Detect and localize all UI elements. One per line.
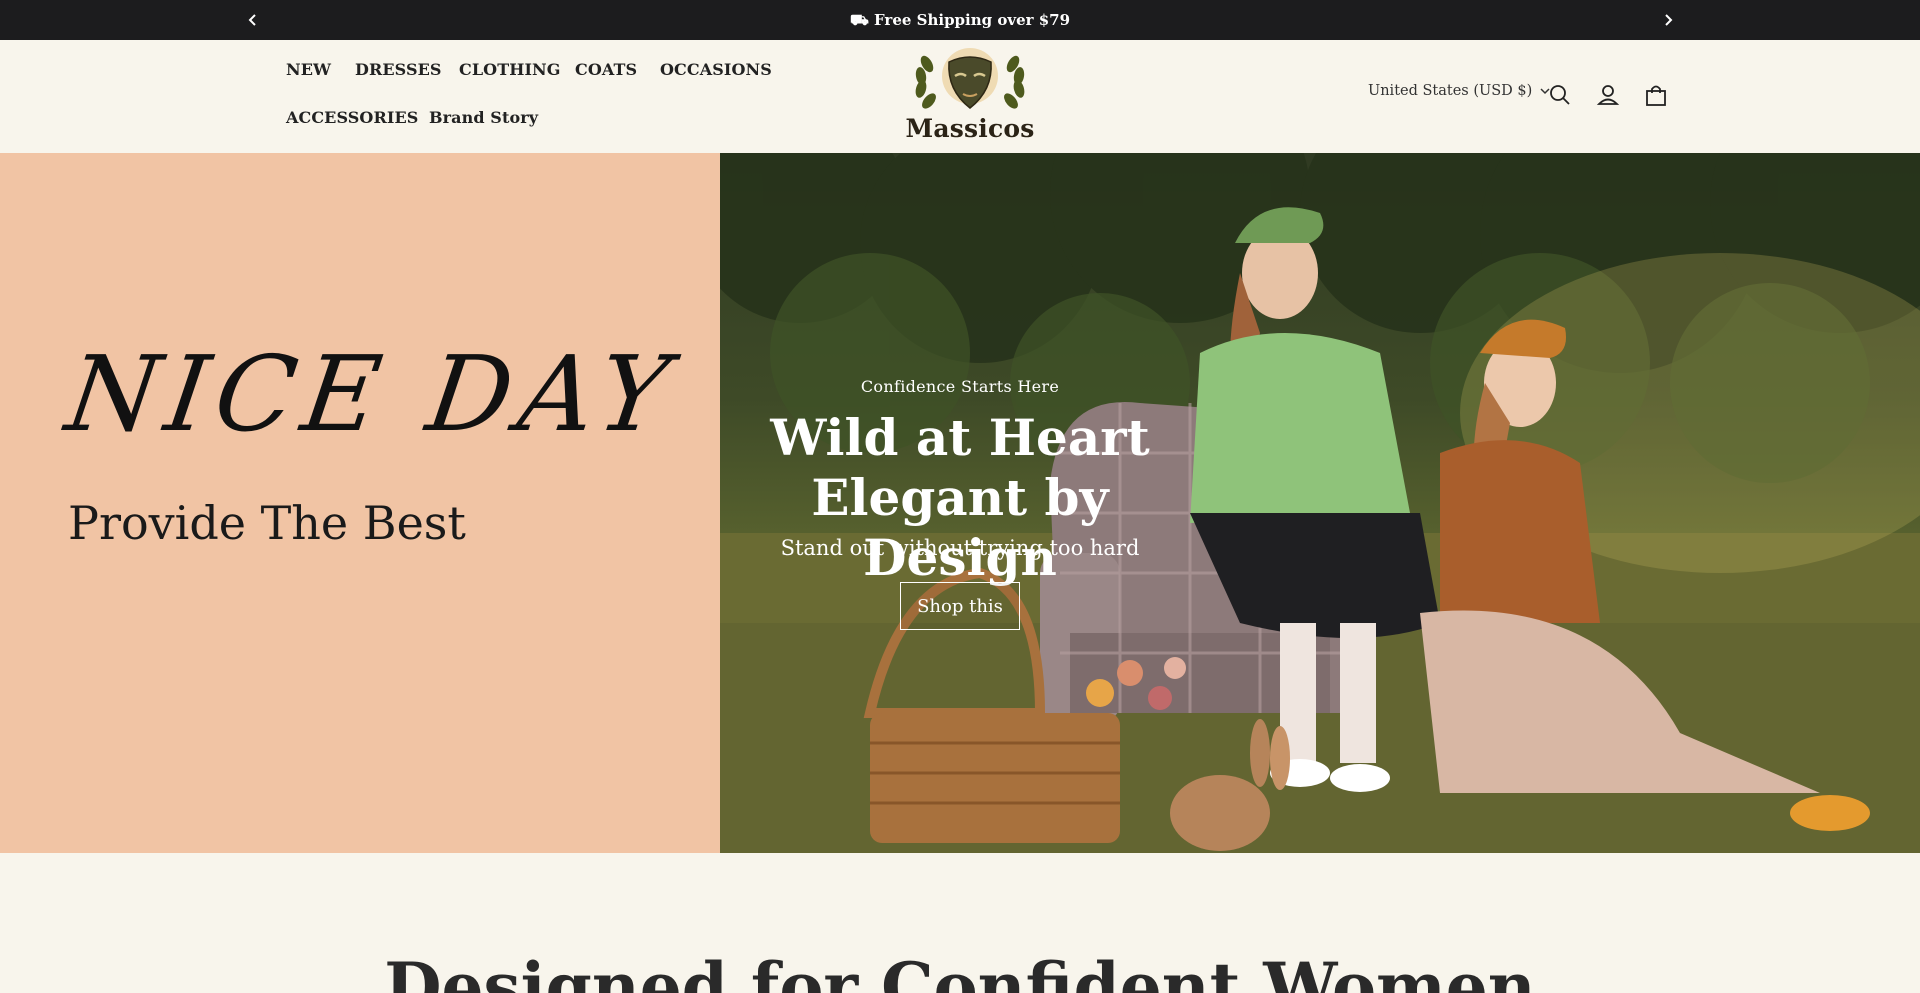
announcement-text: ⛟ Free Shipping over $79 xyxy=(849,11,1071,29)
search-button[interactable] xyxy=(1547,82,1573,108)
nav-item-new[interactable]: NEW xyxy=(286,60,331,79)
hero-title: Wild at Heart Elegant by Design xyxy=(720,408,1200,588)
nav-item-clothing[interactable]: CLOTHING xyxy=(459,60,561,79)
account-icon xyxy=(1596,85,1620,105)
hero-left-headline: NICE DAY xyxy=(59,333,685,455)
brand-name: Massicos xyxy=(905,114,1035,143)
hero-subtitle: Stand out without trying too hard xyxy=(780,536,1140,560)
hero-eyebrow: Confidence Starts Here xyxy=(860,377,1060,396)
nav-item-occasions[interactable]: OCCASIONS xyxy=(660,60,772,79)
hero-overlay: Confidence Starts Here Wild at Heart Ele… xyxy=(720,153,1200,853)
country-selector[interactable]: United States (USD $) xyxy=(1368,83,1550,99)
hero-title-line-2: Elegant by Design xyxy=(811,468,1109,587)
logo-mask-emblem xyxy=(915,48,1025,109)
section-heading: Designed for Confident Women xyxy=(384,948,1536,993)
nav-item-dresses[interactable]: DRESSES xyxy=(355,60,442,79)
country-label: United States (USD $) xyxy=(1368,83,1533,99)
brand-logo[interactable]: Massicos xyxy=(905,46,1035,146)
chevron-right-icon xyxy=(1665,14,1673,26)
nav-item-coats[interactable]: COATS xyxy=(575,60,637,79)
cart-icon xyxy=(1646,85,1666,106)
site-header: NEW DRESSES CLOTHING COATS OCCASIONS ACC… xyxy=(0,40,1920,153)
announcement-next-button[interactable] xyxy=(1658,10,1678,30)
announcement-bar: ⛟ Free Shipping over $79 xyxy=(0,0,1920,40)
search-icon xyxy=(1550,85,1570,105)
hero-left-panel: NICE DAY Provide The Best xyxy=(0,153,720,853)
nav-item-accessories[interactable]: ACCESSORIES xyxy=(286,108,418,127)
hero-left-subline: Provide The Best xyxy=(68,496,466,550)
account-button[interactable] xyxy=(1595,82,1621,108)
nav-item-brand-story[interactable]: Brand Story xyxy=(429,108,538,127)
hero-title-line-1: Wild at Heart xyxy=(770,408,1150,467)
cart-button[interactable] xyxy=(1643,82,1669,108)
shop-this-button[interactable]: Shop this xyxy=(900,582,1020,630)
